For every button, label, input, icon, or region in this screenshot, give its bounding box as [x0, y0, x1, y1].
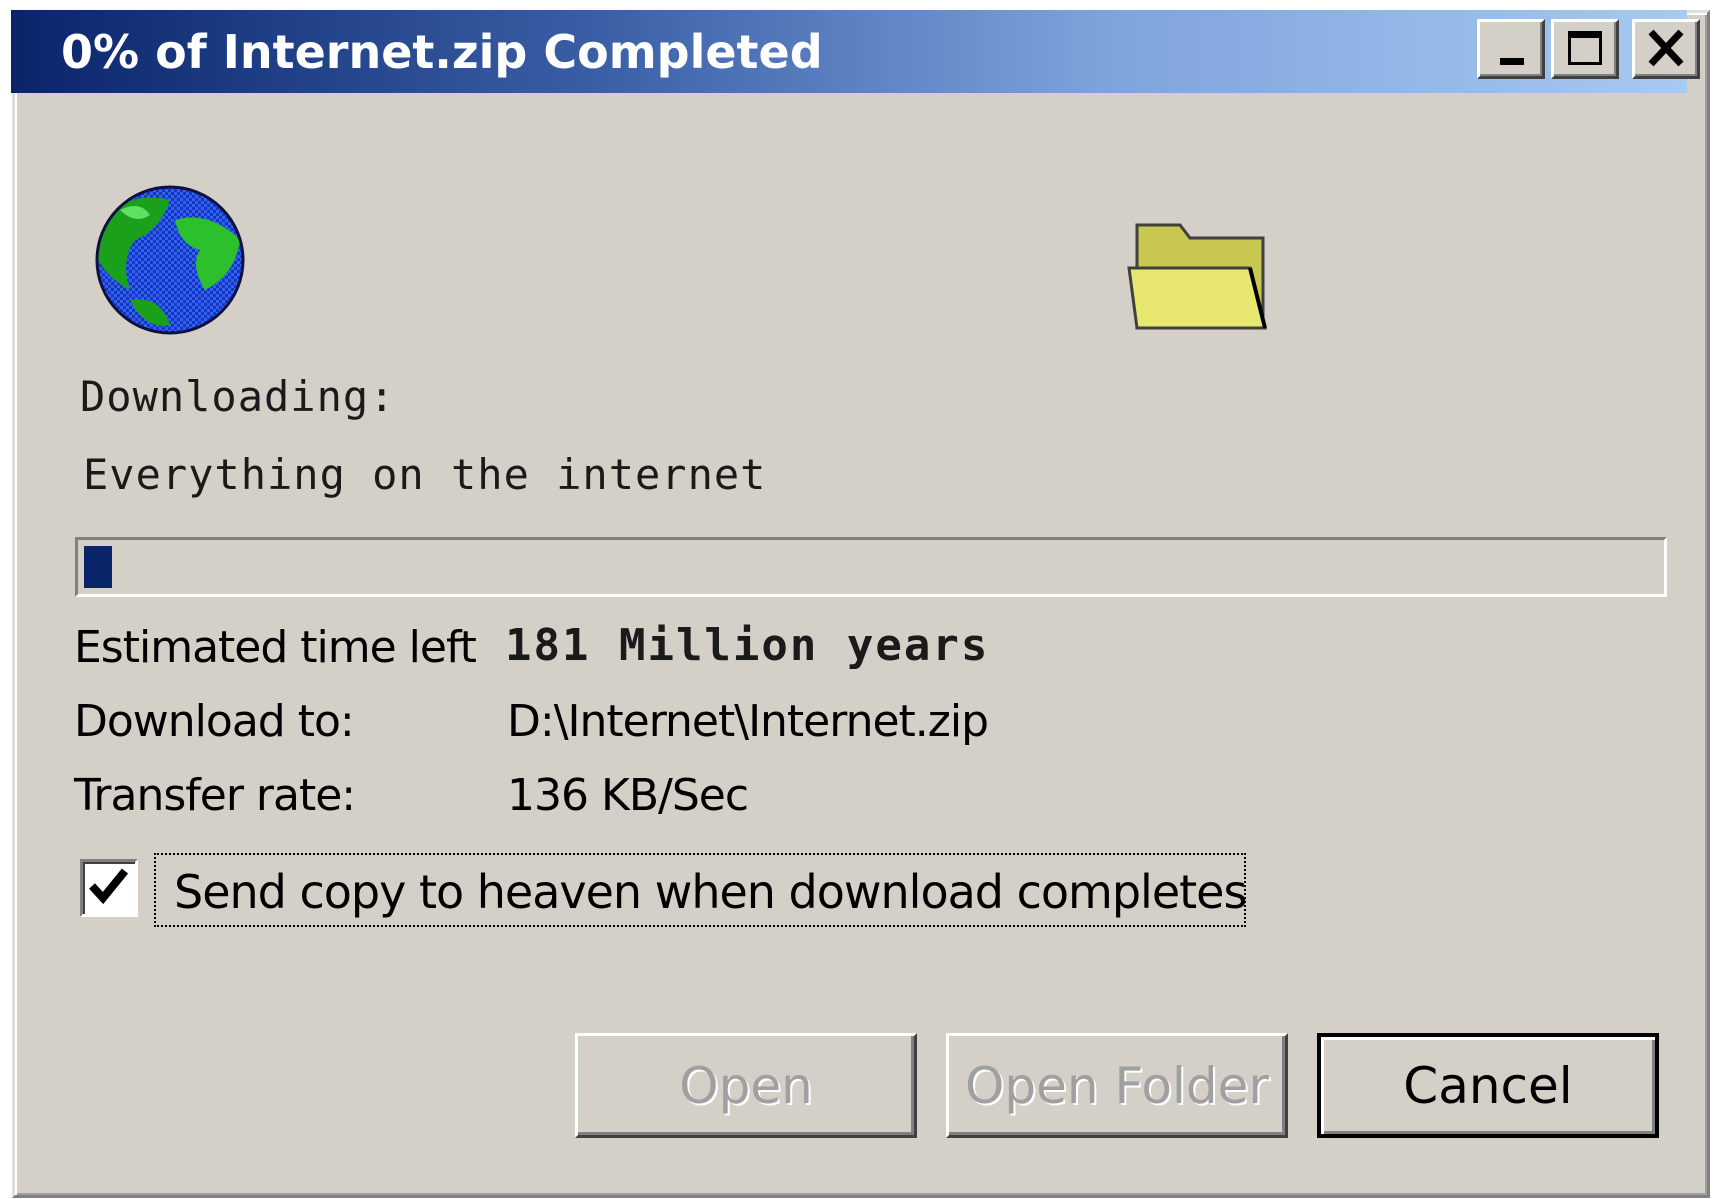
open-button[interactable]: Open [575, 1033, 917, 1138]
checkbox-focus-rect[interactable]: Send copy to heaven when download comple… [154, 853, 1247, 927]
minimize-icon [1500, 58, 1524, 65]
maximize-button[interactable] [1551, 19, 1619, 79]
title-bar[interactable]: 0% of Internet.zip Completed [11, 10, 1700, 93]
time-left-label: Estimated time left [74, 622, 477, 673]
downloading-heading: Downloading: [80, 372, 396, 421]
minimize-button[interactable] [1477, 19, 1545, 79]
download-dialog [12, 10, 1710, 1198]
download-to-label: Download to: [74, 696, 355, 747]
globe-icon [95, 185, 245, 335]
download-to-value: D:\Internet\Internet.zip [507, 696, 989, 747]
download-progress-bar [75, 537, 1667, 597]
send-copy-checkbox[interactable] [80, 859, 138, 917]
window-title: 0% of Internet.zip Completed [61, 25, 823, 79]
open-folder-button[interactable]: Open Folder [946, 1033, 1288, 1138]
transfer-rate-label: Transfer rate: [74, 770, 356, 821]
close-button[interactable] [1632, 19, 1700, 79]
folder-icon [1127, 223, 1267, 330]
cancel-button[interactable]: Cancel [1317, 1033, 1659, 1138]
progress-fill [84, 546, 112, 588]
time-left-value: 181 Million years [505, 620, 990, 671]
maximize-icon [1568, 31, 1602, 65]
send-copy-label: Send copy to heaven when download comple… [174, 865, 1247, 919]
close-icon [1648, 29, 1684, 67]
download-item-name: Everything on the internet [83, 450, 767, 499]
transfer-rate-value: 136 KB/Sec [507, 770, 749, 821]
checkmark-icon [89, 868, 129, 905]
